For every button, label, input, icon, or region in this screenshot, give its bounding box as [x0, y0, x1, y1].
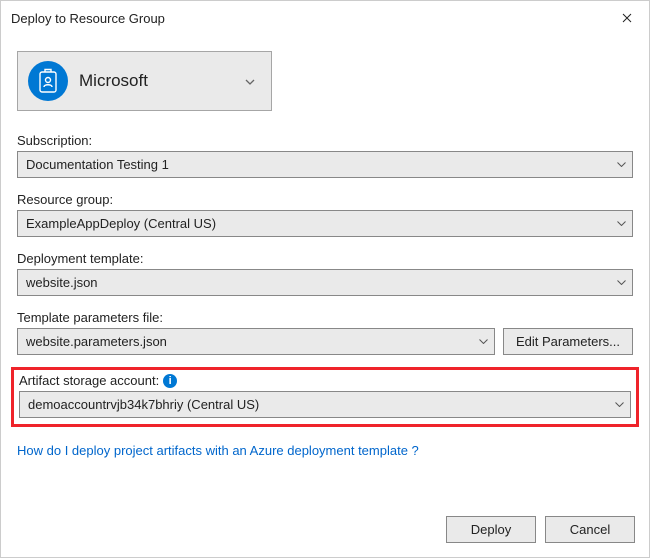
deploy-button[interactable]: Deploy: [446, 516, 536, 543]
artifact-storage-value: demoaccountrvjb34k7bhriy (Central US): [28, 397, 259, 412]
cancel-button[interactable]: Cancel: [545, 516, 635, 543]
subscription-dropdown[interactable]: Documentation Testing 1: [17, 151, 633, 178]
titlebar: Deploy to Resource Group: [1, 1, 649, 35]
subscription-value: Documentation Testing 1: [26, 157, 169, 172]
chevron-down-icon: [617, 218, 626, 229]
chevron-down-icon: [617, 159, 626, 170]
deployment-template-label: Deployment template:: [17, 251, 633, 266]
params-row: website.parameters.json Edit Parameters.…: [17, 328, 633, 355]
badge-icon: [37, 68, 59, 94]
chevron-down-icon: [617, 277, 626, 288]
account-selector[interactable]: Microsoft: [17, 51, 272, 111]
close-button[interactable]: [605, 3, 649, 33]
chevron-down-icon: [239, 72, 261, 90]
params-file-dropdown[interactable]: website.parameters.json: [17, 328, 495, 355]
help-link[interactable]: How do I deploy project artifacts with a…: [17, 443, 633, 458]
params-file-label: Template parameters file:: [17, 310, 633, 325]
deployment-template-value: website.json: [26, 275, 98, 290]
resource-group-label: Resource group:: [17, 192, 633, 207]
account-avatar: [28, 61, 68, 101]
params-file-value: website.parameters.json: [26, 334, 167, 349]
deployment-template-dropdown[interactable]: website.json: [17, 269, 633, 296]
close-icon: [622, 13, 632, 23]
dialog-window: Deploy to Resource Group Microsoft Subsc…: [0, 0, 650, 558]
dialog-content: Microsoft Subscription: Documentation Te…: [1, 35, 649, 504]
artifact-label-row: Artifact storage account: i: [19, 373, 631, 388]
artifact-label: Artifact storage account:: [19, 373, 159, 388]
chevron-down-icon: [479, 336, 488, 347]
resource-group-value: ExampleAppDeploy (Central US): [26, 216, 216, 231]
artifact-highlight: Artifact storage account: i demoaccountr…: [11, 367, 639, 427]
subscription-label: Subscription:: [17, 133, 633, 148]
dialog-footer: Deploy Cancel: [1, 504, 649, 557]
chevron-down-icon: [615, 399, 624, 410]
edit-parameters-button[interactable]: Edit Parameters...: [503, 328, 633, 355]
info-icon[interactable]: i: [163, 374, 177, 388]
artifact-storage-dropdown[interactable]: demoaccountrvjb34k7bhriy (Central US): [19, 391, 631, 418]
window-title: Deploy to Resource Group: [11, 11, 165, 26]
account-name: Microsoft: [79, 71, 228, 91]
resource-group-dropdown[interactable]: ExampleAppDeploy (Central US): [17, 210, 633, 237]
